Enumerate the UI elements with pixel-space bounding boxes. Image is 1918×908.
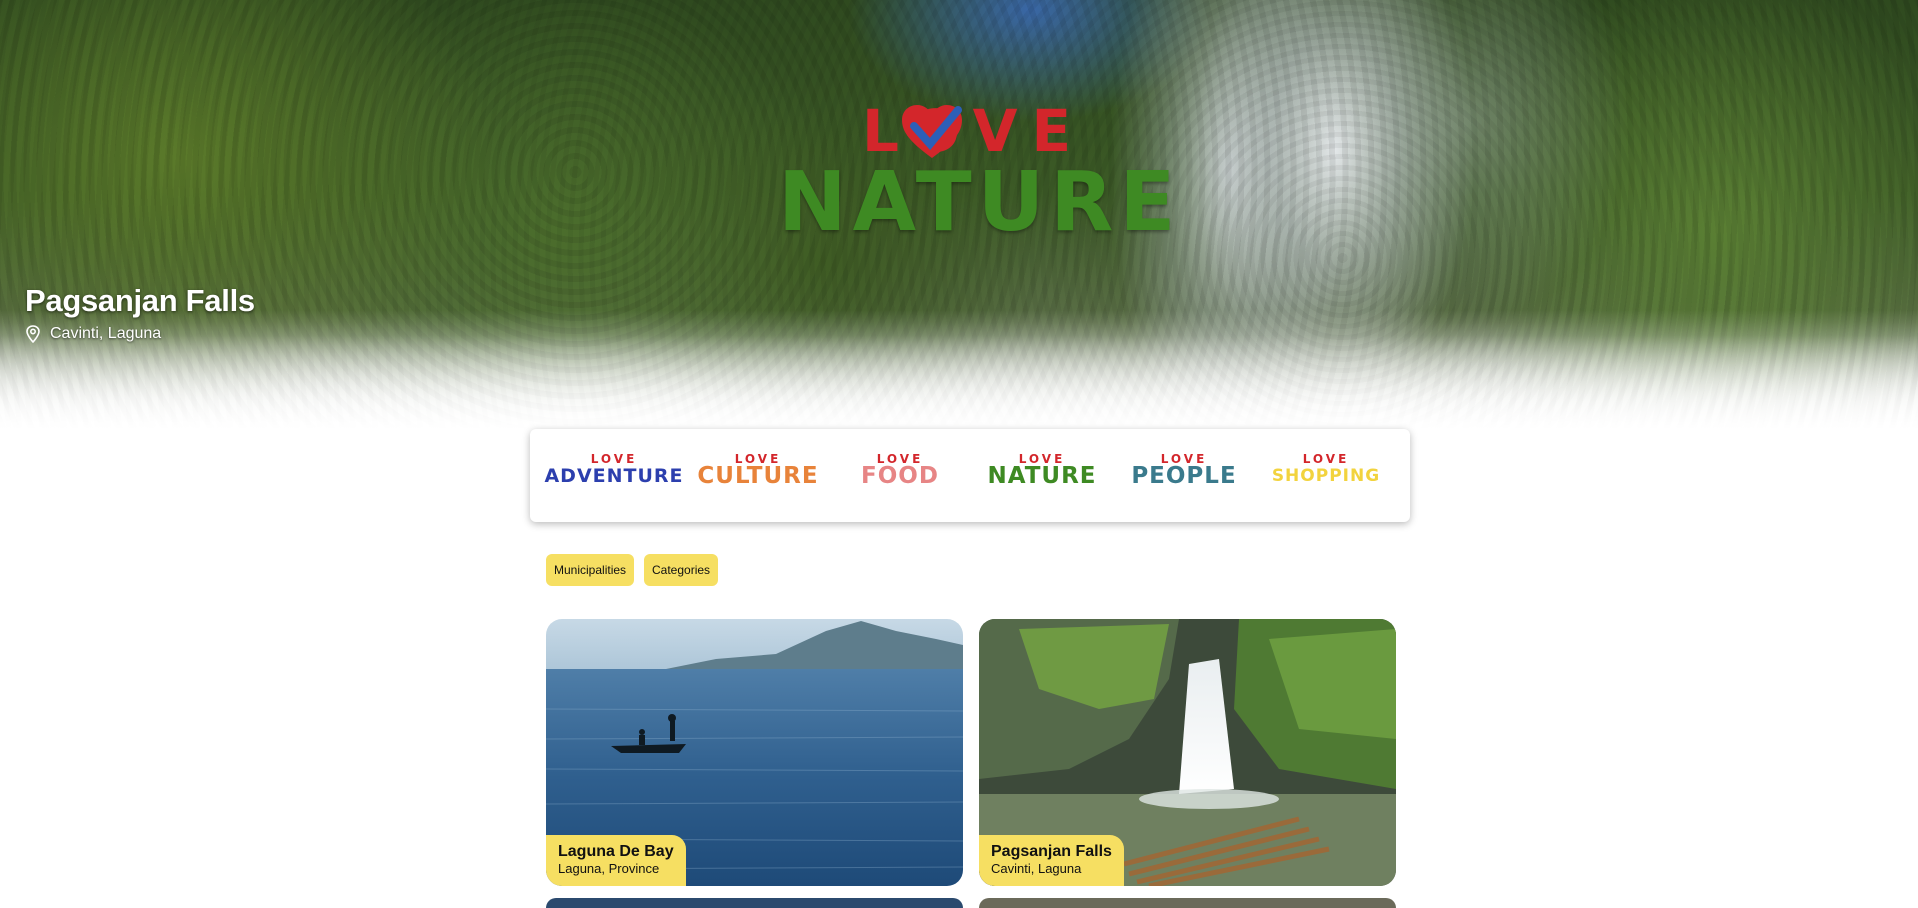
category-label: SHOPPING <box>1271 466 1381 486</box>
category-love-label: LOVE <box>590 452 638 466</box>
card-label: Laguna De Bay Laguna, Province <box>546 835 686 886</box>
logo-nature-text: NATURE <box>778 155 1182 250</box>
category-love-label: LOVE <box>1160 452 1208 466</box>
category-culture[interactable]: LOVE CULTURE <box>688 453 828 497</box>
category-love-label: LOVE <box>1302 452 1350 466</box>
category-adventure[interactable]: LOVE ADVENTURE <box>544 453 684 497</box>
destination-card[interactable]: Laguna De Bay Laguna, Province <box>546 619 963 886</box>
category-label: PEOPLE <box>1131 463 1237 489</box>
category-food[interactable]: LOVE FOOD <box>830 453 970 497</box>
love-nature-logo: LOVE NATURE <box>770 97 1175 250</box>
category-love-label: LOVE <box>876 452 924 466</box>
next-card-peek <box>546 898 963 908</box>
municipalities-filter-button[interactable]: Municipalities <box>546 554 635 586</box>
card-title: Laguna De Bay <box>558 843 674 860</box>
category-label: ADVENTURE <box>544 465 684 487</box>
heart-check-icon <box>902 105 962 158</box>
hero-location: Cavinti, Laguna <box>25 325 161 343</box>
category-label: CULTURE <box>697 463 819 489</box>
category-love-label: LOVE <box>734 452 782 466</box>
map-pin-icon <box>26 325 40 343</box>
card-title: Pagsanjan Falls <box>991 843 1112 860</box>
category-nature[interactable]: LOVE NATURE <box>972 453 1112 497</box>
hero-location-text: Cavinti, Laguna <box>50 325 162 342</box>
card-subtitle: Laguna, Province <box>558 861 660 876</box>
card-label: Pagsanjan Falls Cavinti, Laguna <box>979 835 1124 886</box>
categories-filter-button[interactable]: Categories <box>644 554 719 586</box>
next-card-peek <box>979 898 1396 908</box>
category-love-label: LOVE <box>1018 452 1066 466</box>
logo-love-text: LOVE <box>862 97 1086 165</box>
category-label: FOOD <box>861 463 939 489</box>
category-strip: LOVE ADVENTURE LOVE CULTURE LOVE FOOD LO… <box>530 429 1410 522</box>
hero-title: Pagsanjan Falls <box>25 283 255 318</box>
card-subtitle: Cavinti, Laguna <box>991 861 1082 876</box>
hero-banner: LOVE NATURE Pagsanjan Falls Cavinti, Lag… <box>0 0 1918 430</box>
destination-card[interactable]: Pagsanjan Falls Cavinti, Laguna <box>979 619 1396 886</box>
category-people[interactable]: LOVE PEOPLE <box>1114 453 1254 497</box>
category-label: NATURE <box>987 463 1097 489</box>
category-shopping[interactable]: LOVE SHOPPING <box>1256 453 1396 497</box>
hero-fade <box>0 310 1918 430</box>
